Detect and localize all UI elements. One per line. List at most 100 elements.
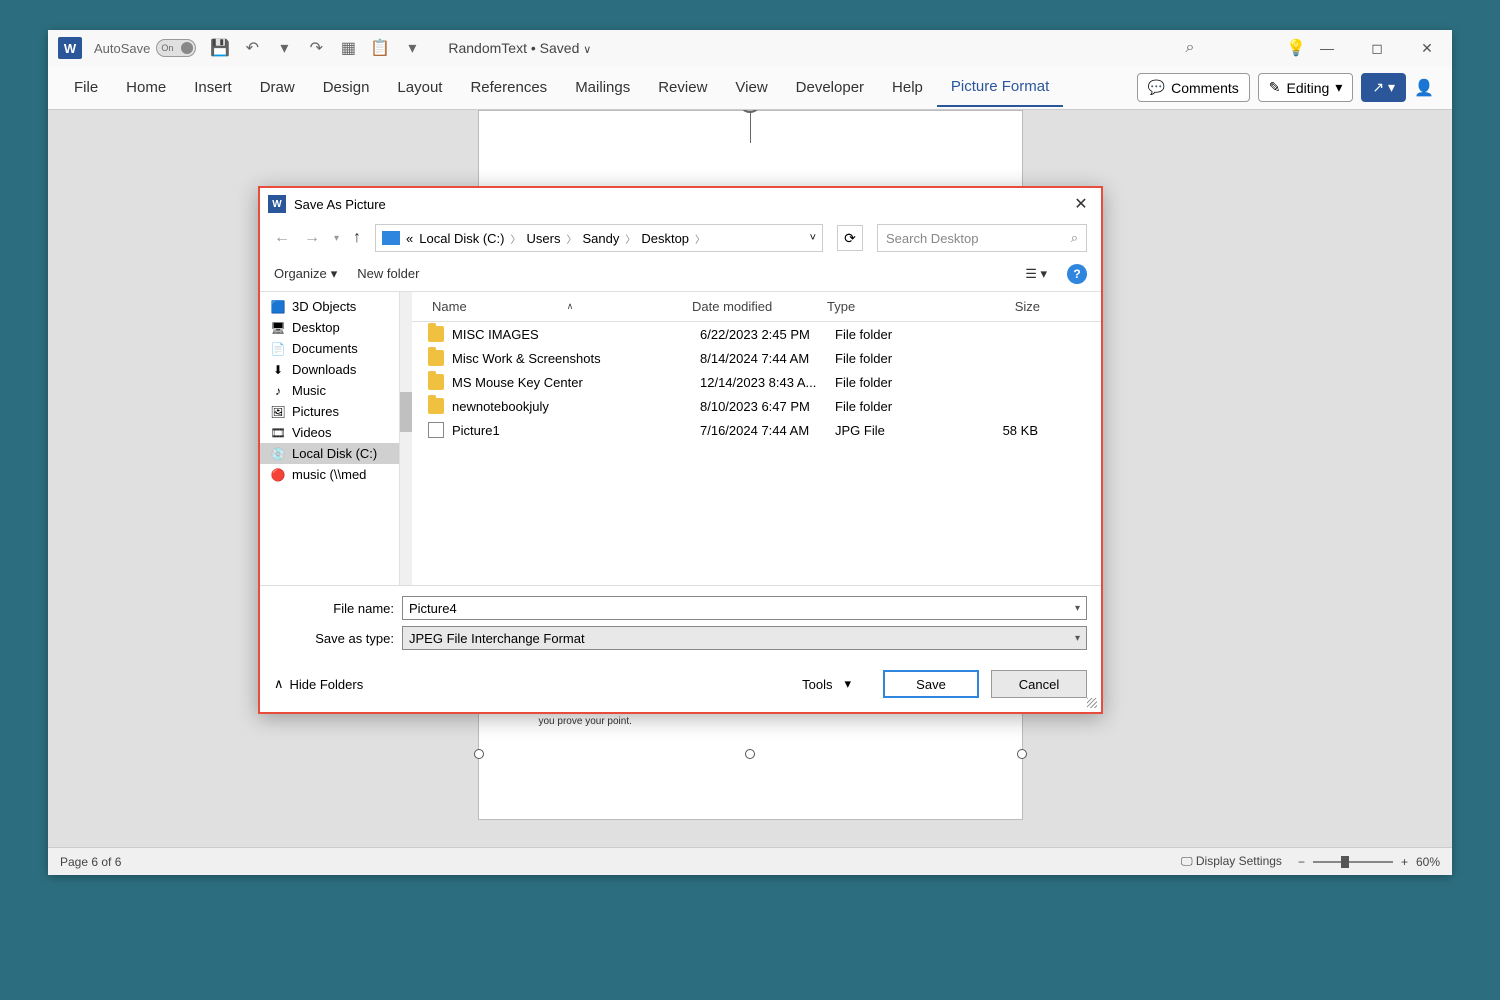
dialog-title: Save As Picture	[294, 197, 1069, 212]
breadcrumb-segment[interactable]: Desktop	[641, 231, 689, 246]
table-icon[interactable]: ▦	[338, 38, 358, 58]
back-icon[interactable]: ←	[274, 229, 290, 247]
editing-mode-button[interactable]: ✎ Editing ▾	[1258, 73, 1354, 102]
tree-item[interactable]: 🎞Videos	[260, 422, 399, 443]
tree-item[interactable]: ⬇Downloads	[260, 359, 399, 380]
file-date: 7/16/2024 7:44 AM	[700, 423, 835, 438]
undo-icon[interactable]: ↶	[242, 38, 262, 58]
tree-item[interactable]: 💿Local Disk (C:)	[260, 443, 399, 464]
status-bar: Page 6 of 6 🖵 Display Settings − + 60%	[48, 847, 1452, 875]
resize-grip[interactable]	[1087, 698, 1097, 708]
comments-button[interactable]: 💬 Comments	[1137, 73, 1250, 102]
tree-item[interactable]: ♪Music	[260, 380, 399, 401]
address-dropdown-icon[interactable]: ˅	[810, 232, 816, 244]
filename-input[interactable]: Picture4▾	[402, 596, 1087, 620]
chevron-right-icon[interactable]: 〉	[566, 231, 576, 246]
zoom-slider[interactable]	[1313, 861, 1393, 863]
minimize-button[interactable]: —	[1312, 33, 1342, 63]
tab-review[interactable]: Review	[644, 69, 721, 106]
chevron-right-icon[interactable]: 〉	[625, 231, 635, 246]
display-settings-button[interactable]: 🖵 Display Settings	[1181, 854, 1282, 869]
up-icon[interactable]: ↑	[353, 229, 361, 247]
cancel-button[interactable]: Cancel	[991, 670, 1087, 698]
dialog-title-bar: W Save As Picture ✕	[260, 188, 1101, 220]
tab-design[interactable]: Design	[309, 69, 384, 106]
save-button[interactable]: Save	[883, 670, 979, 698]
tab-help[interactable]: Help	[878, 69, 937, 106]
saveastype-select[interactable]: JPEG File Interchange Format▾	[402, 626, 1087, 650]
lightbulb-icon[interactable]: 💡	[1286, 38, 1306, 58]
refresh-button[interactable]: ⟳	[837, 225, 863, 251]
tree-item[interactable]: 🖼Pictures	[260, 401, 399, 422]
filename-label: File name:	[274, 601, 402, 616]
paste-icon[interactable]: 📋	[370, 38, 390, 58]
search-icon[interactable]: ⌕	[1180, 38, 1200, 58]
selection-handle[interactable]	[745, 749, 755, 759]
col-type-header[interactable]: Type	[827, 292, 962, 321]
save-icon[interactable]: 💾	[210, 38, 230, 58]
address-bar[interactable]: « Local Disk (C:) 〉 Users 〉 Sandy 〉 Desk…	[375, 224, 823, 252]
tree-item[interactable]: 🔴music (\\med	[260, 464, 399, 485]
tree-item[interactable]: 📄Documents	[260, 338, 399, 359]
close-button[interactable]: ✕	[1412, 33, 1442, 63]
chevron-down-icon[interactable]: ▾	[1075, 603, 1080, 614]
file-date: 6/22/2023 2:45 PM	[700, 327, 835, 342]
chevron-down-icon[interactable]: ▾	[1075, 633, 1080, 644]
tab-file[interactable]: File	[60, 69, 112, 106]
file-row[interactable]: MISC IMAGES 6/22/2023 2:45 PM File folde…	[412, 322, 1101, 346]
tree-item[interactable]: 🖥Desktop	[260, 317, 399, 338]
tab-insert[interactable]: Insert	[180, 69, 246, 106]
tab-home[interactable]: Home	[112, 69, 180, 106]
file-row[interactable]: MS Mouse Key Center 12/14/2023 8:43 A...…	[412, 370, 1101, 394]
tab-view[interactable]: View	[721, 69, 781, 106]
tree-scrollbar[interactable]	[400, 292, 412, 585]
forward-icon[interactable]: →	[304, 229, 320, 247]
tools-dropdown[interactable]: Tools ▾	[802, 676, 851, 692]
tab-draw[interactable]: Draw	[246, 69, 309, 106]
chevron-down-icon[interactable]: ▾	[274, 38, 294, 58]
history-dropdown-icon[interactable]: ▾	[334, 233, 339, 244]
redo-icon[interactable]: ↷	[306, 38, 326, 58]
tab-layout[interactable]: Layout	[383, 69, 456, 106]
user-icon[interactable]: 👤	[1414, 78, 1434, 98]
col-date-header[interactable]: Date modified	[692, 292, 827, 321]
organize-button[interactable]: Organize ▾	[274, 266, 337, 282]
col-name-header[interactable]: Name∧	[412, 292, 692, 321]
zoom-percent[interactable]: 60%	[1416, 855, 1440, 869]
breadcrumb-segment[interactable]: Users	[527, 231, 561, 246]
file-name: MISC IMAGES	[452, 327, 700, 342]
tab-references[interactable]: References	[456, 69, 561, 106]
zoom-in-button[interactable]: +	[1401, 855, 1408, 869]
new-folder-button[interactable]: New folder	[357, 266, 419, 281]
file-row[interactable]: Picture1 7/16/2024 7:44 AM JPG File 58 K…	[412, 418, 1101, 442]
file-row[interactable]: newnotebookjuly 8/10/2023 6:47 PM File f…	[412, 394, 1101, 418]
share-button[interactable]: ↗ ▾	[1361, 73, 1406, 102]
breadcrumb-segment[interactable]: Sandy	[582, 231, 619, 246]
zoom-out-button[interactable]: −	[1298, 855, 1305, 869]
tab-developer[interactable]: Developer	[782, 69, 878, 106]
file-row[interactable]: Misc Work & Screenshots 8/14/2024 7:44 A…	[412, 346, 1101, 370]
pic-icon: 🖼	[270, 405, 286, 419]
doc-icon: 📄	[270, 342, 286, 356]
selection-handle[interactable]	[474, 749, 484, 759]
tree-item[interactable]: 🟦3D Objects	[260, 296, 399, 317]
customize-qat-icon[interactable]: ▾	[402, 38, 422, 58]
hide-folders-button[interactable]: ∧ Hide Folders	[274, 676, 363, 692]
column-headers: Name∧ Date modified Type Size	[412, 292, 1101, 322]
view-options-button[interactable]: ☰ ▾	[1025, 266, 1047, 282]
chevron-right-icon[interactable]: 〉	[695, 231, 705, 246]
breadcrumb-segment[interactable]: Local Disk (C:)	[419, 231, 504, 246]
help-icon[interactable]: ?	[1067, 264, 1087, 284]
col-size-header[interactable]: Size	[962, 292, 1052, 321]
tab-mailings[interactable]: Mailings	[561, 69, 644, 106]
selection-handle[interactable]	[1017, 749, 1027, 759]
tab-picture-format[interactable]: Picture Format	[937, 68, 1063, 107]
dialog-close-button[interactable]: ✕	[1069, 192, 1093, 216]
maximize-button[interactable]: ◻	[1362, 33, 1392, 63]
chevron-right-icon[interactable]: 〉	[511, 231, 521, 246]
dialog-toolbar: Organize ▾ New folder ☰ ▾ ?	[260, 256, 1101, 292]
search-input[interactable]: Search Desktop ⌕	[877, 224, 1087, 252]
folder-icon	[428, 350, 444, 366]
file-type: File folder	[835, 399, 970, 414]
autosave-toggle[interactable]: On	[156, 39, 196, 57]
